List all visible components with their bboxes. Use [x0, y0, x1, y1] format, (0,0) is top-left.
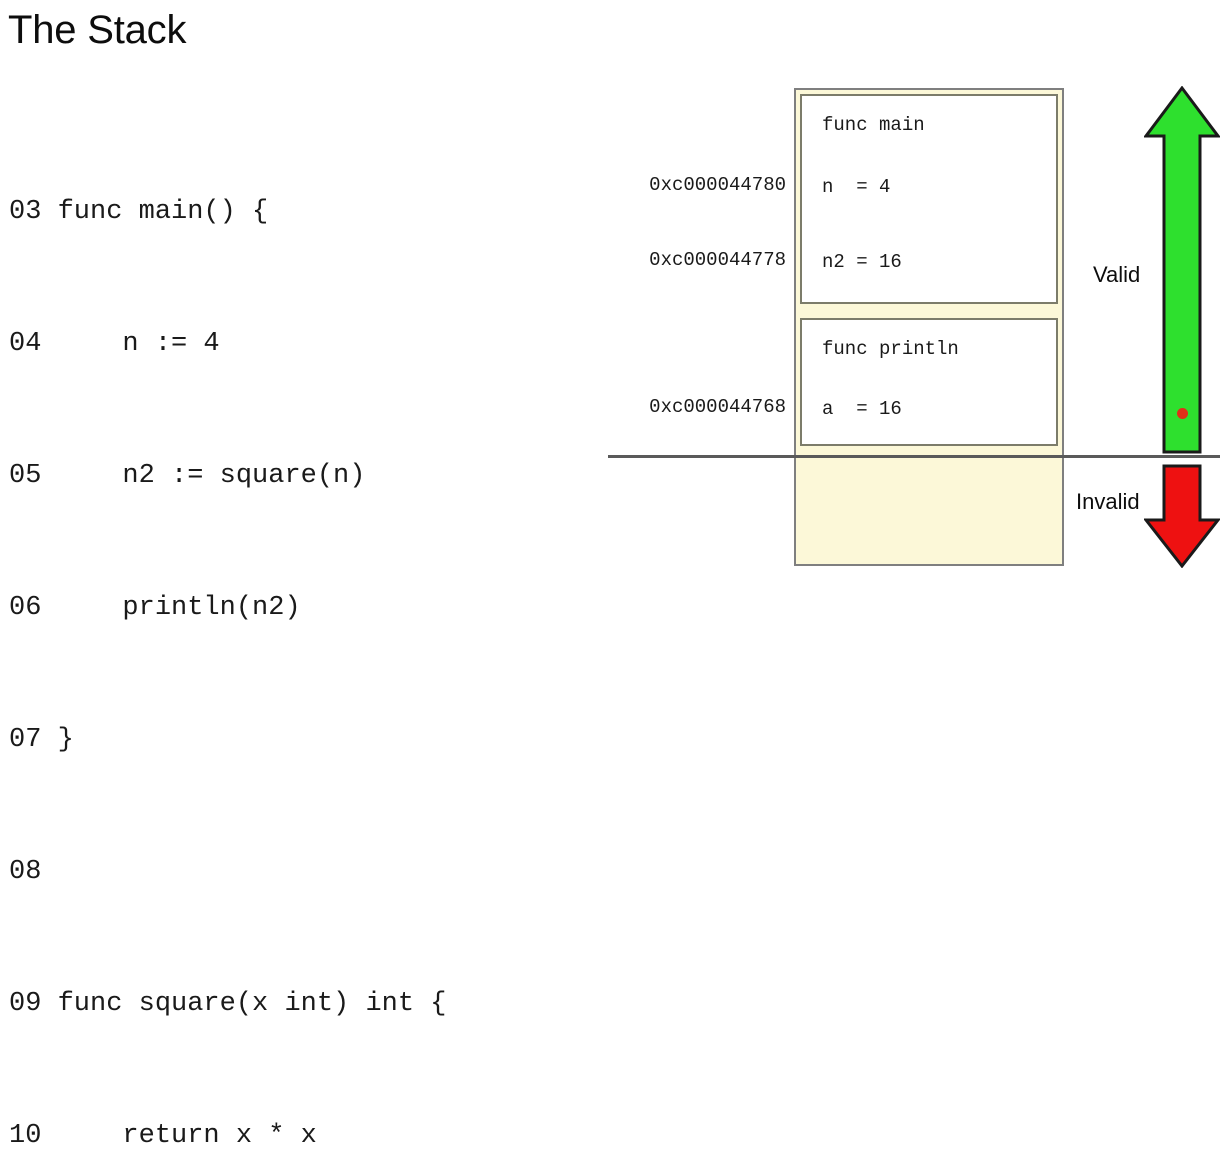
memory-address-label: 0xc000044768: [649, 396, 786, 418]
code-line: 06 println(n2): [9, 593, 301, 623]
stack-frame-slot: n = 4: [822, 176, 891, 198]
stack-frame-title: func main: [822, 114, 925, 136]
memory-address-label: 0xc000044780: [649, 174, 786, 196]
code-listing: 03 func main() { 04 n := 4 05 n2 := squa…: [9, 102, 446, 1164]
stack-frame-slot: n2 = 16: [822, 251, 902, 273]
code-line: 07 }: [9, 725, 74, 755]
stack-frame-slot: a = 16: [822, 398, 902, 420]
code-line: 10 return x * x: [9, 1121, 317, 1151]
code-line: 08: [9, 857, 42, 887]
code-line: 09 func square(x int) int {: [9, 989, 447, 1019]
stack-frame-main: func main n = 4 n2 = 16: [800, 94, 1058, 304]
code-line: 05 n2 := square(n): [9, 461, 366, 491]
stack-frame-println: func println a = 16: [800, 318, 1058, 446]
code-line: 04 n := 4: [9, 329, 220, 359]
invalid-region-label: Invalid: [1076, 489, 1140, 514]
valid-region-label: Valid: [1093, 262, 1141, 287]
stack-frame-title: func println: [822, 338, 959, 360]
page-title: The Stack: [8, 8, 187, 52]
down-arrow-icon: [1144, 464, 1220, 568]
stack-pointer-dot: [1177, 408, 1188, 419]
validity-divider-line: [608, 455, 1220, 458]
code-line: 03 func main() {: [9, 197, 269, 227]
memory-address-label: 0xc000044778: [649, 249, 786, 271]
up-arrow-icon: [1144, 86, 1220, 454]
